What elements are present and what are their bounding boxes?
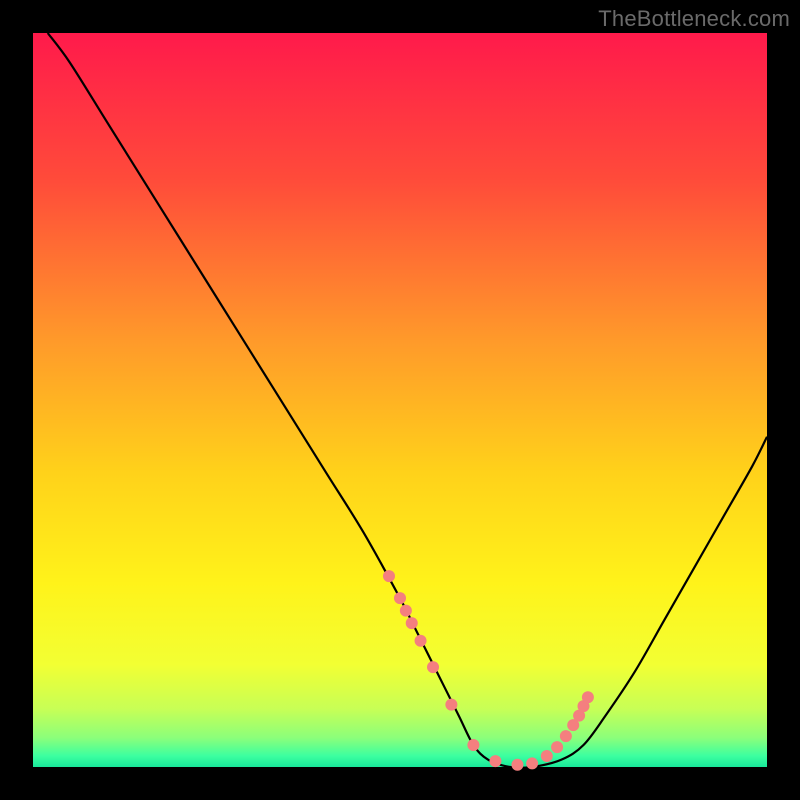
bottleneck-chart (0, 0, 800, 800)
marker-dot (551, 741, 563, 753)
watermark-text: TheBottleneck.com (598, 6, 790, 32)
marker-dot (582, 691, 594, 703)
marker-dot (541, 750, 553, 762)
marker-dot (560, 730, 572, 742)
marker-dot (415, 635, 427, 647)
marker-dot (526, 757, 538, 769)
marker-dot (400, 605, 412, 617)
chart-stage: TheBottleneck.com (0, 0, 800, 800)
marker-dot (467, 739, 479, 751)
marker-dot (427, 661, 439, 673)
plot-background (33, 33, 767, 767)
marker-dot (406, 617, 418, 629)
marker-dot (511, 759, 523, 771)
marker-dot (383, 570, 395, 582)
marker-dot (489, 755, 501, 767)
marker-dot (394, 592, 406, 604)
marker-dot (445, 699, 457, 711)
